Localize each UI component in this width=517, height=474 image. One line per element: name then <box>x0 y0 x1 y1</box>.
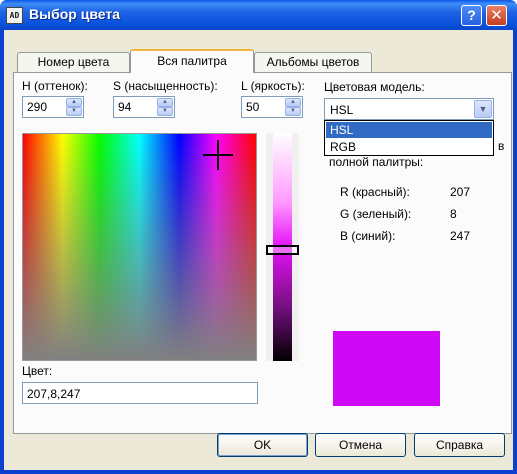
red-value: 207 <box>450 185 471 199</box>
color-palette-field[interactable] <box>22 133 257 361</box>
color-label: Цвет: <box>22 364 53 378</box>
tab-true-color[interactable]: Вся палитра <box>130 49 254 73</box>
saturation-value: 94 <box>118 100 132 114</box>
spin-up-icon[interactable]: ▲ <box>66 98 82 107</box>
tab-color-index[interactable]: Номер цвета <box>17 52 130 72</box>
color-model-label: Цветовая модель: <box>324 80 425 94</box>
luminance-slider-thumb[interactable] <box>266 245 299 255</box>
close-icon[interactable]: ✕ <box>486 5 507 26</box>
dropdown-option-hsl[interactable]: HSL <box>326 122 492 138</box>
luminance-label: L (яркость): <box>241 79 305 93</box>
spin-up-icon[interactable]: ▲ <box>285 98 301 107</box>
spin-up-icon[interactable]: ▲ <box>157 98 173 107</box>
dialog-client-area: Номер цвета Вся палитра Альбомы цветов H… <box>4 30 513 470</box>
spin-down-icon[interactable]: ▼ <box>285 107 301 116</box>
ok-button[interactable]: OK <box>217 433 308 457</box>
color-model-dropdown: HSL RGB <box>324 120 494 156</box>
color-model-selected: HSL <box>330 103 354 117</box>
dialog-window: AD Выбор цвета ? ✕ Номер цвета Вся палит… <box>0 0 517 474</box>
chevron-down-icon[interactable]: ▼ <box>474 100 492 118</box>
help-button[interactable]: Справка <box>414 433 505 457</box>
spin-down-icon[interactable]: ▼ <box>157 107 173 116</box>
green-value: 8 <box>450 207 457 221</box>
color-model-select[interactable]: HSL ▼ <box>324 98 494 120</box>
saturation-label: S (насыщенность): <box>113 79 218 93</box>
title-bar[interactable]: AD Выбор цвета ? ✕ <box>0 0 517 30</box>
color-preview-swatch <box>333 331 440 406</box>
luminance-slider[interactable] <box>266 133 299 361</box>
blue-value: 247 <box>450 229 471 243</box>
tab-color-books[interactable]: Альбомы цветов <box>254 52 372 72</box>
color-value-field[interactable]: 207,8,247 <box>22 382 258 404</box>
saturation-spinner[interactable]: 94 ▲ ▼ <box>113 96 175 118</box>
hue-value: 290 <box>27 100 48 114</box>
true-color-page: H (оттенок): 290 ▲ ▼ S (насыщенность): 94… <box>13 72 512 434</box>
app-icon: AD <box>6 7 23 24</box>
green-label: G (зеленый): <box>340 207 412 221</box>
color-model-note: полной палитры: <box>329 155 424 169</box>
color-value-text: 207,8,247 <box>27 387 81 401</box>
help-icon[interactable]: ? <box>461 5 482 26</box>
dropdown-option-rgb[interactable]: RGB <box>326 139 492 155</box>
window-title: Выбор цвета <box>29 6 120 22</box>
luminance-spinner[interactable]: 50 ▲ ▼ <box>241 96 303 118</box>
luminance-value: 50 <box>246 100 260 114</box>
blue-label: B (синий): <box>340 229 396 243</box>
hue-label: H (оттенок): <box>22 79 88 93</box>
color-model-note-tail: в <box>498 139 505 153</box>
spin-down-icon[interactable]: ▼ <box>66 107 82 116</box>
crosshair-icon[interactable] <box>203 140 233 170</box>
cancel-button[interactable]: Отмена <box>315 433 406 457</box>
red-label: R (красный): <box>340 185 410 199</box>
hue-spinner[interactable]: 290 ▲ ▼ <box>22 96 84 118</box>
